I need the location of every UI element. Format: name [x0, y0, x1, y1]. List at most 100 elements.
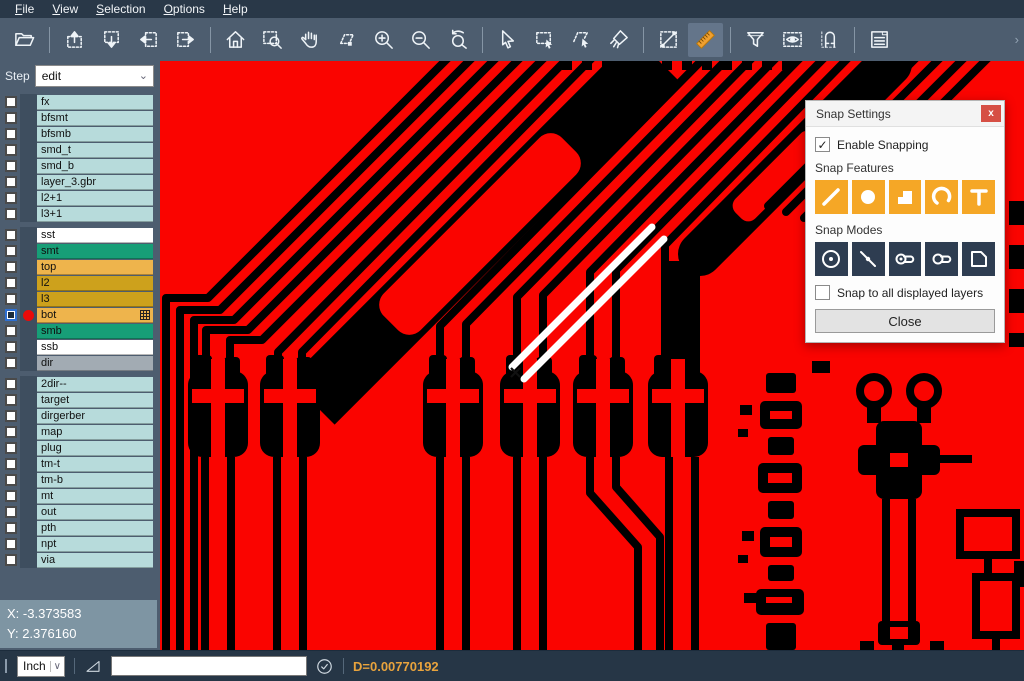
snap-all-layers-checkbox[interactable] [815, 285, 830, 300]
layer-visibility-checkbox[interactable] [5, 442, 17, 454]
layer-name-cell[interactable]: 2dir-- [37, 377, 153, 392]
menu-item-selection[interactable]: Selection [87, 1, 154, 17]
menu-item-help[interactable]: Help [214, 1, 257, 17]
snap-corner-button[interactable] [962, 242, 995, 276]
layer-visibility-checkbox[interactable] [5, 378, 17, 390]
layer-visibility-checkbox[interactable] [5, 458, 17, 470]
dialog-title-bar[interactable]: Snap Settings x [806, 101, 1004, 127]
snap-surface-button[interactable] [889, 180, 922, 214]
layer-name-cell[interactable]: top [37, 260, 153, 275]
layer-name-cell[interactable]: via [37, 553, 153, 568]
pan-button[interactable] [292, 23, 327, 57]
layer-row-smd_b[interactable]: smd_b [0, 158, 157, 174]
ruler-button[interactable] [688, 23, 723, 57]
layer-row-plug[interactable]: plug [0, 440, 157, 456]
select-polygon-button[interactable] [564, 23, 599, 57]
layer-row-smb[interactable]: smb [0, 323, 157, 339]
select-button[interactable] [490, 23, 525, 57]
select-rectangle-button[interactable] [527, 23, 562, 57]
layer-name-cell[interactable]: out [37, 505, 153, 520]
layer-row-map[interactable]: map [0, 424, 157, 440]
snap-text-button[interactable] [962, 180, 995, 214]
layer-visibility-checkbox[interactable] [5, 229, 17, 241]
layer-visibility-checkbox[interactable] [5, 538, 17, 550]
layer-name-cell[interactable]: smb [37, 324, 153, 339]
zoom-home-button[interactable] [218, 23, 253, 57]
layer-name-cell[interactable]: dirgerber [37, 409, 153, 424]
layer-name-cell[interactable]: dir [37, 356, 153, 371]
layer-name-cell[interactable]: tm-b [37, 473, 153, 488]
zoom-window-button[interactable] [255, 23, 290, 57]
toolbar-overflow-icon[interactable]: › [1015, 32, 1019, 47]
layer-name-cell[interactable]: smd_b [37, 159, 153, 174]
dialog-close-button[interactable]: Close [815, 309, 995, 333]
layer-row-pth[interactable]: pth [0, 520, 157, 536]
view-window-button[interactable] [775, 23, 810, 57]
menu-item-view[interactable]: View [43, 1, 87, 17]
pan-down-button[interactable] [94, 23, 129, 57]
layer-row-mt[interactable]: mt [0, 488, 157, 504]
layer-name-cell[interactable]: layer_3.gbr [37, 175, 153, 190]
layer-visibility-checkbox[interactable] [5, 293, 17, 305]
layer-name-cell[interactable]: pth [37, 521, 153, 536]
pan-left-button[interactable] [131, 23, 166, 57]
layer-row-npt[interactable]: npt [0, 536, 157, 552]
layer-name-cell[interactable]: bfsmt [37, 111, 153, 126]
layer-visibility-checkbox[interactable] [5, 394, 17, 406]
brush-button[interactable] [601, 23, 636, 57]
step-select[interactable]: edit ⌄ [35, 65, 154, 87]
layer-name-cell[interactable]: ssb [37, 340, 153, 355]
zoom-previous-button[interactable] [440, 23, 475, 57]
layer-row-smt[interactable]: smt [0, 243, 157, 259]
layer-row-tm-b[interactable]: tm-b [0, 472, 157, 488]
zoom-in-button[interactable] [366, 23, 401, 57]
layer-visibility-checkbox[interactable] [5, 208, 17, 220]
layer-name-cell[interactable]: l2+1 [37, 191, 153, 206]
layer-row-dir[interactable]: dir [0, 355, 157, 371]
snap-all-layers-row[interactable]: Snap to all displayed layers [815, 285, 995, 300]
pan-up-button[interactable] [57, 23, 92, 57]
layer-visibility-checkbox[interactable] [5, 128, 17, 140]
layer-name-cell[interactable]: bfsmb [37, 127, 153, 142]
unit-select[interactable]: Inch ∨ [17, 656, 65, 677]
layer-row-2dir--[interactable]: 2dir-- [0, 376, 157, 392]
layer-visibility-checkbox[interactable] [5, 309, 17, 321]
layer-row-layer_3.gbr[interactable]: layer_3.gbr [0, 174, 157, 190]
layer-visibility-checkbox[interactable] [5, 144, 17, 156]
close-icon[interactable]: x [981, 105, 1001, 122]
layer-name-cell[interactable]: fx [37, 95, 153, 110]
layer-row-l2[interactable]: l2 [0, 275, 157, 291]
layer-name-cell[interactable]: bot [37, 308, 153, 323]
layer-visibility-checkbox[interactable] [5, 160, 17, 172]
snap-slot-center-button[interactable] [889, 242, 922, 276]
layer-visibility-checkbox[interactable] [5, 245, 17, 257]
layer-row-l2+1[interactable]: l2+1 [0, 190, 157, 206]
layer-name-cell[interactable]: smd_t [37, 143, 153, 158]
layer-visibility-checkbox[interactable] [5, 176, 17, 188]
layer-row-bfsmb[interactable]: bfsmb [0, 126, 157, 142]
layer-visibility-checkbox[interactable] [5, 490, 17, 502]
snap-slot-outline-button[interactable] [925, 242, 958, 276]
layer-visibility-checkbox[interactable] [5, 426, 17, 438]
layer-row-out[interactable]: out [0, 504, 157, 520]
layer-row-dirgerber[interactable]: dirgerber [0, 408, 157, 424]
layer-name-cell[interactable]: map [37, 425, 153, 440]
layer-row-l3[interactable]: l3 [0, 291, 157, 307]
layer-row-smd_t[interactable]: smd_t [0, 142, 157, 158]
confirm-icon[interactable] [315, 657, 334, 676]
layers-form-button[interactable] [862, 23, 897, 57]
filter-button[interactable] [738, 23, 773, 57]
layer-name-cell[interactable]: l2 [37, 276, 153, 291]
layer-row-tm-t[interactable]: tm-t [0, 456, 157, 472]
layer-name-cell[interactable]: npt [37, 537, 153, 552]
layer-visibility-checkbox[interactable] [5, 522, 17, 534]
layer-name-cell[interactable]: target [37, 393, 153, 408]
layer-name-cell[interactable]: sst [37, 228, 153, 243]
snap-pad-button[interactable] [852, 180, 885, 214]
layer-visibility-checkbox[interactable] [5, 341, 17, 353]
layer-visibility-checkbox[interactable] [5, 192, 17, 204]
menu-item-options[interactable]: Options [155, 1, 214, 17]
layer-row-sst[interactable]: sst [0, 227, 157, 243]
layer-row-bot[interactable]: bot [0, 307, 157, 323]
snap-line-button[interactable] [815, 180, 848, 214]
